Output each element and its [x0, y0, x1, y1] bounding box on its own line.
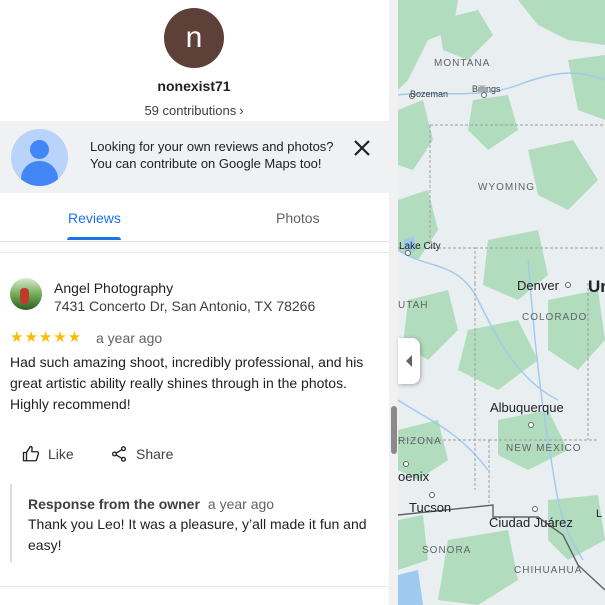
map-view[interactable]: MONTANA WYOMING UTAH COLORADO RIZONA NEW… [398, 0, 605, 605]
map-label-wyoming: WYOMING [478, 182, 535, 193]
reviewer-avatar[interactable] [10, 278, 42, 310]
thumbs-up-icon [22, 445, 40, 462]
map-label-ciudad-juarez: Ciudad Juárez [489, 515, 573, 530]
banner-line-2: You can contribute on Google Maps too! [90, 156, 322, 171]
share-icon [111, 446, 127, 462]
review-date: a year ago [96, 330, 163, 346]
map-label-tucson: Tucson [409, 500, 451, 515]
owner-response: Response from the owner a year ago Thank … [10, 484, 380, 562]
profile-avatar[interactable]: n [164, 8, 224, 68]
owner-response-date: a year ago [207, 496, 275, 512]
star-rating: ★★★★★ [10, 329, 83, 346]
banner-message: Looking for your own reviews and photos?… [90, 138, 350, 172]
close-icon[interactable] [350, 136, 374, 160]
tab-bar: Reviews Photos [0, 193, 398, 242]
map-label-chihuahua: CHIHUAHUA [514, 565, 582, 576]
review-text: Had such amazing shoot, incredibly profe… [10, 354, 364, 412]
banner-line-1: Looking for your own reviews and photos? [90, 139, 334, 154]
tab-photos[interactable]: Photos [276, 210, 320, 226]
map-label-billings: Billings [472, 84, 501, 94]
map-label-l: L [596, 508, 602, 520]
map-label-colorado: COLORADO [522, 312, 587, 323]
divider [0, 586, 398, 587]
like-button[interactable]: Like [22, 444, 74, 464]
reviews-panel: n nonexist71 59 contributions › Looking f… [0, 0, 398, 605]
map-label-lake-city: Lake City [399, 241, 441, 252]
like-label: Like [48, 446, 74, 462]
map-label-bozeman: Bozeman [410, 89, 448, 99]
scrollbar-track[interactable] [389, 0, 398, 605]
section-divider [0, 243, 398, 253]
map-label-utah: UTAH [398, 300, 428, 311]
share-label: Share [136, 446, 174, 462]
map-label-phoenix: oenix [398, 469, 430, 484]
chevron-right-icon: › [239, 103, 244, 118]
reviewer-address: 7431 Concerto Dr, San Antonio, TX 78266 [54, 298, 316, 314]
share-button[interactable]: Share [110, 444, 173, 464]
collapse-panel-button[interactable] [398, 338, 420, 384]
owner-response-text: Thank you Leo! It was a pleasure, y’all … [28, 516, 367, 553]
tab-reviews[interactable]: Reviews [68, 210, 121, 226]
reviewer-name[interactable]: Angel Photography [54, 280, 173, 296]
chevron-left-icon [406, 355, 412, 367]
owner-response-title: Response from the owner [28, 496, 200, 512]
map-label-un: Un [588, 277, 605, 296]
profile-username: nonexist71 [157, 78, 231, 94]
map-label-arizona: RIZONA [398, 436, 442, 447]
scrollbar-thumb[interactable] [391, 406, 397, 454]
map-label-albuquerque: Albuquerque [490, 400, 564, 415]
active-tab-indicator [67, 237, 121, 240]
map-label-sonora: SONORA [422, 545, 471, 556]
map-canvas[interactable]: MONTANA WYOMING UTAH COLORADO RIZONA NEW… [398, 0, 605, 605]
contribute-banner: Looking for your own reviews and photos?… [0, 121, 398, 193]
avatar-initial: n [185, 21, 203, 54]
person-placeholder-icon [11, 129, 68, 186]
map-label-montana: MONTANA [434, 58, 490, 69]
contributions-link[interactable]: 59 contributions › [0, 103, 388, 118]
map-label-new-mexico: NEW MEXICO [506, 443, 582, 454]
owner-response-header: Response from the owner a year ago [28, 496, 274, 512]
contributions-count: 59 contributions [144, 103, 237, 118]
map-label-denver: Denver [517, 278, 560, 293]
